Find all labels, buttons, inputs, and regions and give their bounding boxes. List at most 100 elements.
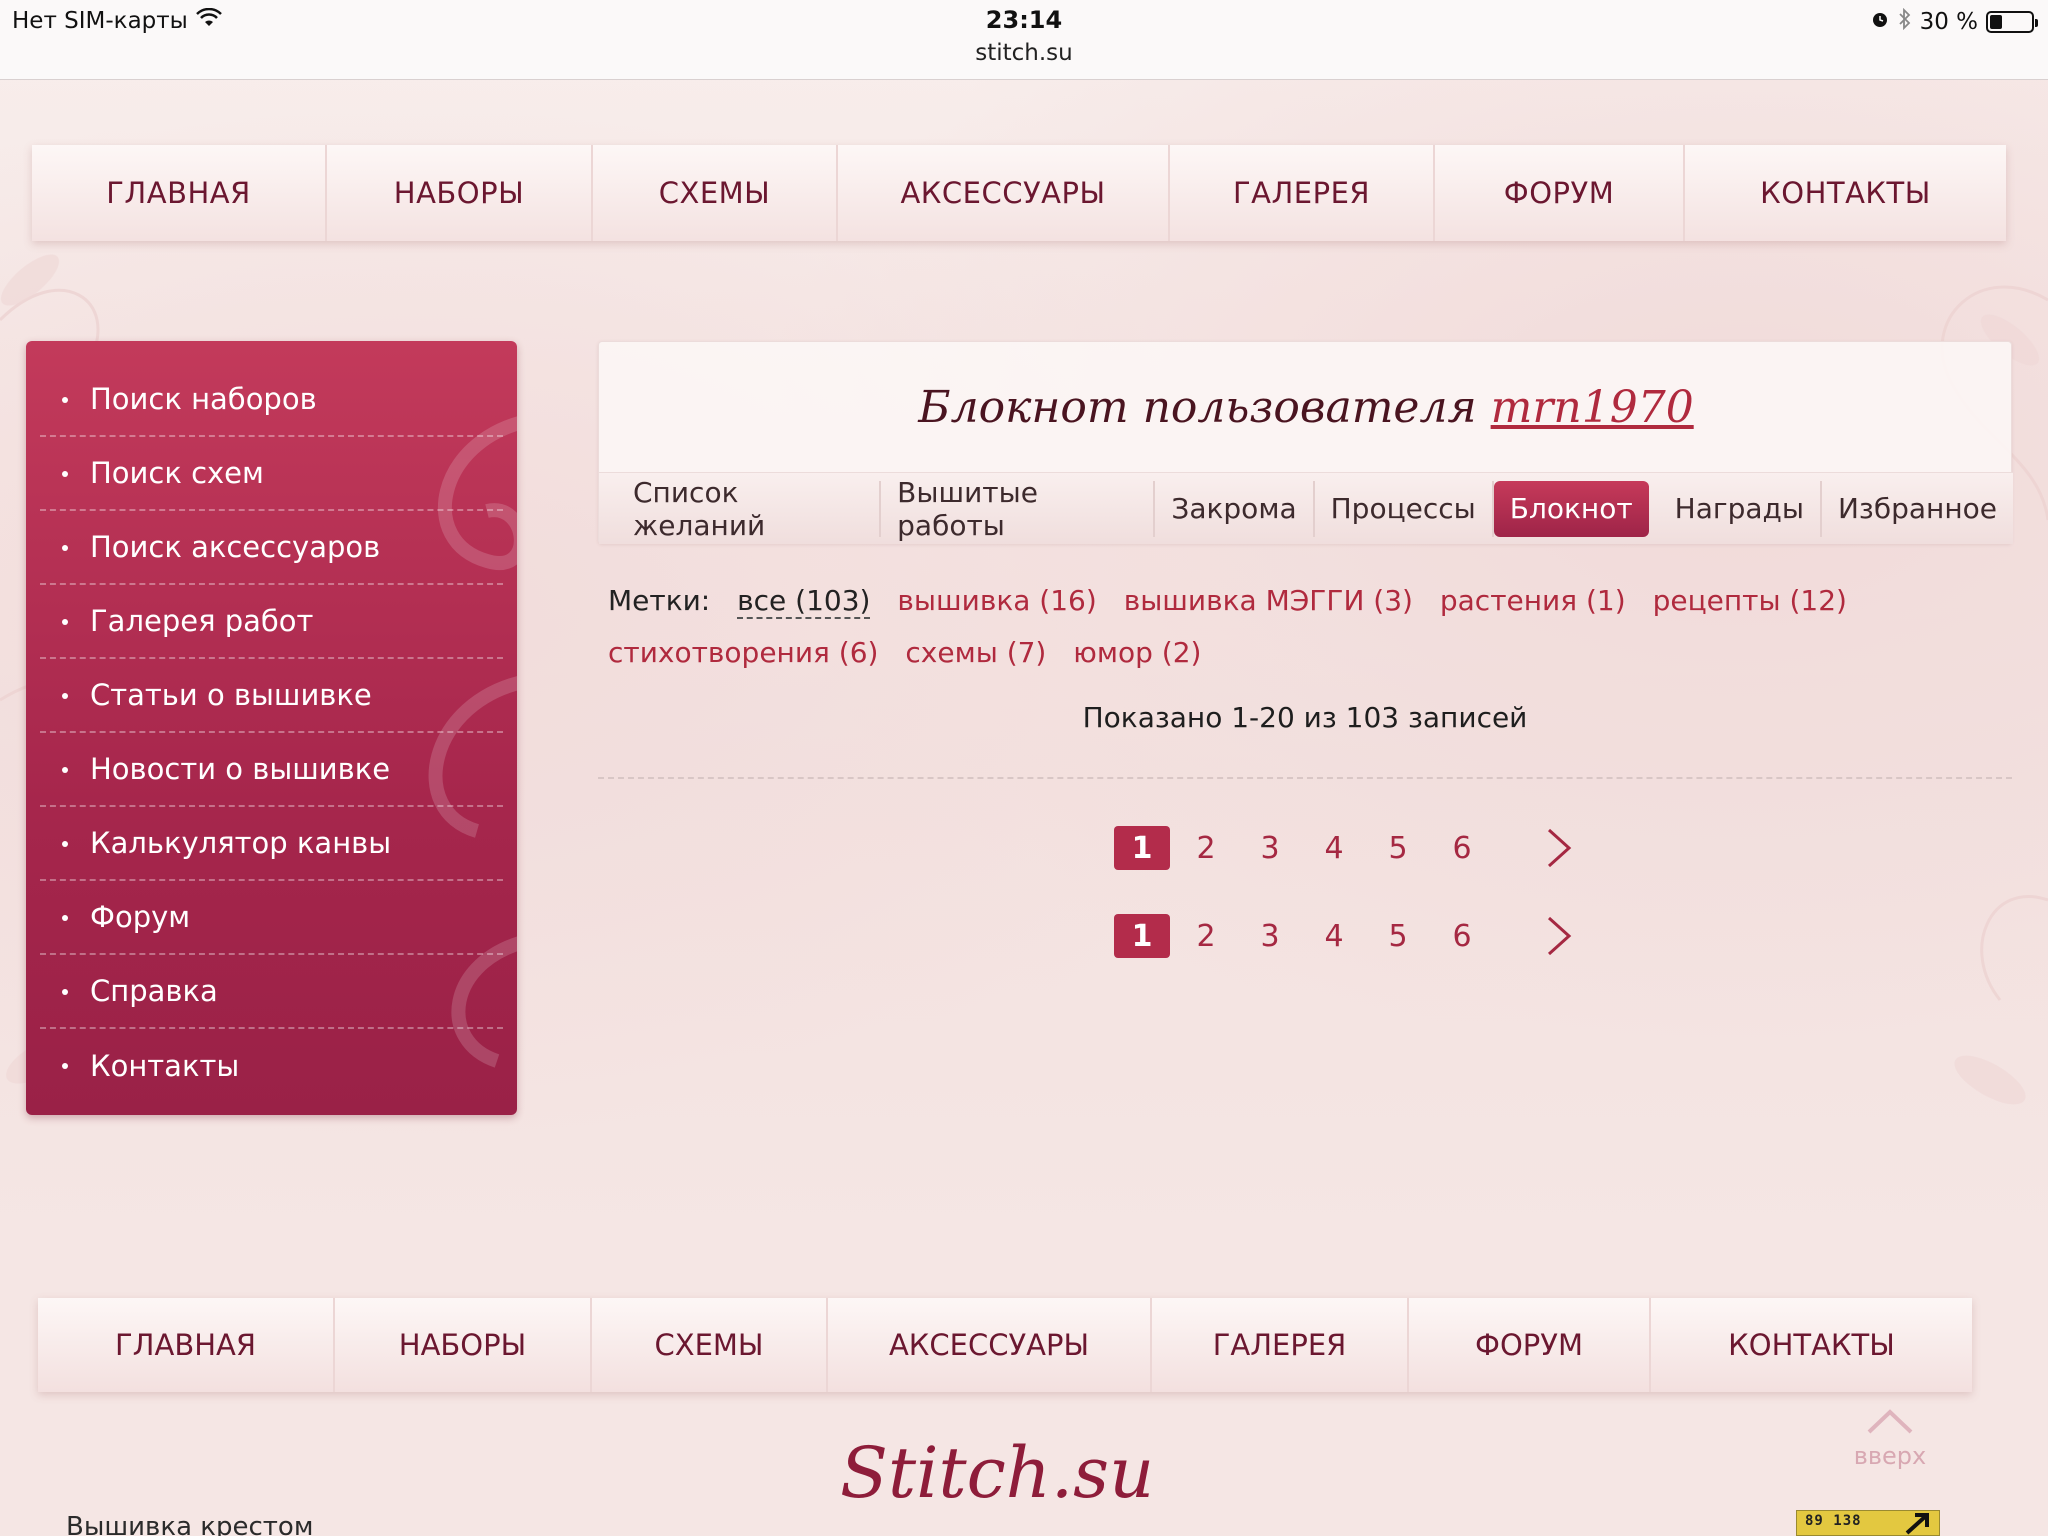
nav-forum[interactable]: ФОРУМ [1435, 145, 1685, 241]
page-link[interactable]: 2 [1178, 914, 1234, 958]
sidebar-item-calculator[interactable]: Калькулятор канвы [40, 807, 503, 881]
page-link-current[interactable]: 1 [1114, 914, 1170, 958]
nav-contacts[interactable]: КОНТАКТЫ [1685, 145, 2006, 241]
tag-list: Метки: все (103) вышивка (16) вышивка МЭ… [608, 575, 2012, 679]
page-link[interactable]: 4 [1306, 826, 1362, 870]
bullet [62, 545, 68, 551]
visit-counter[interactable]: 89 138 [1796, 1510, 1940, 1536]
page-link[interactable]: 2 [1178, 826, 1234, 870]
page-link[interactable]: 5 [1370, 914, 1426, 958]
footer-nav-home[interactable]: ГЛАВНАЯ [38, 1298, 335, 1392]
battery-percent: 30 % [1919, 9, 1978, 35]
bullet [62, 915, 68, 921]
sidebar-item-label: Контакты [90, 1049, 240, 1083]
notebook-header: Блокнот пользователя mrn1970 Список жела… [598, 341, 2013, 544]
sidebar-item-label: Поиск наборов [90, 382, 317, 416]
tag-patterns[interactable]: схемы (7) [905, 636, 1046, 669]
sidebar-item-news[interactable]: Новости о вышивке [40, 733, 503, 807]
nav-patterns[interactable]: СХЕМЫ [593, 145, 838, 241]
footer-nav-kits[interactable]: НАБОРЫ [335, 1298, 592, 1392]
tab-awards[interactable]: Награды [1659, 480, 1822, 537]
chevron-right-icon[interactable] [1538, 826, 1578, 870]
alarm-icon [1870, 9, 1890, 35]
sidebar-item-search-patterns[interactable]: Поиск схем [40, 437, 503, 511]
chevron-up-icon [1865, 1409, 1915, 1440]
sidebar-item-label: Статьи о вышивке [90, 678, 372, 712]
clock: 23:14 [985, 6, 1063, 34]
page-link[interactable]: 6 [1434, 914, 1490, 958]
bullet [62, 989, 68, 995]
sidebar-item-search-accessories[interactable]: Поиск аксессуаров [40, 511, 503, 585]
counter-value: 89 138 [1805, 1513, 1862, 1529]
bullet [62, 397, 68, 403]
title-prefix: Блокнот пользователя [918, 382, 1477, 433]
site-logo[interactable]: Stitch.su [840, 1432, 1154, 1514]
page-link[interactable]: 4 [1306, 914, 1362, 958]
bottom-nav: ГЛАВНАЯ НАБОРЫ СХЕМЫ АКСЕССУАРЫ ГАЛЕРЕЯ … [38, 1298, 1972, 1392]
tag-embroidery-maggie[interactable]: вышивка МЭГГИ (3) [1124, 584, 1413, 617]
footer-nav-forum[interactable]: ФОРУМ [1409, 1298, 1651, 1392]
tab-wishlist[interactable]: Список желаний [617, 476, 882, 542]
tab-notebook[interactable]: Блокнот [1493, 480, 1649, 537]
sidebar-item-label: Поиск схем [90, 456, 264, 490]
chevron-right-icon[interactable] [1538, 914, 1578, 958]
arrow-icon [1903, 1511, 1933, 1536]
page-link[interactable]: 6 [1434, 826, 1490, 870]
footer-nav-patterns[interactable]: СХЕМЫ [592, 1298, 828, 1392]
records-count: Показано 1-20 из 103 записей [1082, 701, 1528, 734]
tag-poems[interactable]: стихотворения (6) [608, 636, 878, 669]
username-link[interactable]: mrn1970 [1491, 382, 1694, 433]
pagination-top: 1 2 3 4 5 6 [1114, 826, 1578, 870]
tab-processes[interactable]: Процессы [1315, 480, 1494, 537]
sidebar-item-label: Новости о вышивке [90, 752, 391, 786]
sidebar-item-help[interactable]: Справка [40, 955, 503, 1029]
bluetooth-icon [1898, 7, 1912, 36]
sidebar-item-forum[interactable]: Форум [40, 881, 503, 955]
tab-finished-works[interactable]: Вышитые работы [881, 476, 1156, 542]
page-link[interactable]: 3 [1242, 826, 1298, 870]
nav-gallery[interactable]: ГАЛЕРЕЯ [1170, 145, 1435, 241]
bullet [62, 841, 68, 847]
tag-recipes[interactable]: рецепты (12) [1653, 584, 1847, 617]
tab-stash[interactable]: Закрома [1155, 480, 1315, 537]
tags-label: Метки: [608, 584, 711, 617]
sidebar-item-label: Галерея работ [90, 604, 314, 638]
tag-plants[interactable]: растения (1) [1440, 584, 1626, 617]
footer-nav-accessories[interactable]: АКСЕССУАРЫ [828, 1298, 1152, 1392]
sidebar-item-search-kits[interactable]: Поиск наборов [40, 363, 503, 437]
nav-accessories[interactable]: АКСЕССУАРЫ [838, 145, 1170, 241]
sidebar-item-contacts[interactable]: Контакты [40, 1029, 503, 1103]
sidebar-item-gallery[interactable]: Галерея работ [40, 585, 503, 659]
pagination-bottom: 1 2 3 4 5 6 [1114, 914, 1578, 958]
sidebar-item-label: Форум [90, 900, 191, 934]
tag-humor[interactable]: юмор (2) [1073, 636, 1201, 669]
page-link[interactable]: 5 [1370, 826, 1426, 870]
bullet [62, 471, 68, 477]
sidebar-menu: Поиск наборов Поиск схем Поиск аксессуар… [26, 341, 517, 1115]
footer-nav-contacts[interactable]: КОНТАКТЫ [1651, 1298, 1972, 1392]
url-bar[interactable]: stitch.su [0, 40, 2048, 66]
sidebar-item-label: Калькулятор канвы [90, 826, 392, 860]
tag-all[interactable]: все (103) [737, 584, 871, 619]
top-nav: ГЛАВНАЯ НАБОРЫ СХЕМЫ АКСЕССУАРЫ ГАЛЕРЕЯ … [32, 145, 2006, 241]
scroll-to-top-button[interactable]: вверх [1850, 1408, 1930, 1470]
divider [598, 777, 2012, 779]
nav-home[interactable]: ГЛАВНАЯ [32, 145, 327, 241]
profile-tabs: Список желаний Вышитые работы Закрома Пр… [599, 472, 2013, 544]
battery-fill [1990, 15, 2002, 29]
status-bar: Нет SIM-карты 23:14 stitch.su 30 % [0, 0, 2048, 80]
scroll-to-top-label: вверх [1853, 1442, 1927, 1470]
page-link-current[interactable]: 1 [1114, 826, 1170, 870]
sidebar-item-label: Справка [90, 974, 218, 1008]
tag-embroidery[interactable]: вышивка (16) [897, 584, 1096, 617]
sidebar-item-articles[interactable]: Статьи о вышивке [40, 659, 503, 733]
page-link[interactable]: 3 [1242, 914, 1298, 958]
tab-favorites[interactable]: Избранное [1822, 481, 2013, 537]
main-content: Блокнот пользователя mrn1970 Список жела… [598, 341, 2013, 958]
bullet [62, 767, 68, 773]
page-title: Блокнот пользователя mrn1970 [599, 382, 2013, 433]
bullet [62, 1063, 68, 1069]
bullet [62, 619, 68, 625]
nav-kits[interactable]: НАБОРЫ [327, 145, 593, 241]
footer-nav-gallery[interactable]: ГАЛЕРЕЯ [1152, 1298, 1409, 1392]
